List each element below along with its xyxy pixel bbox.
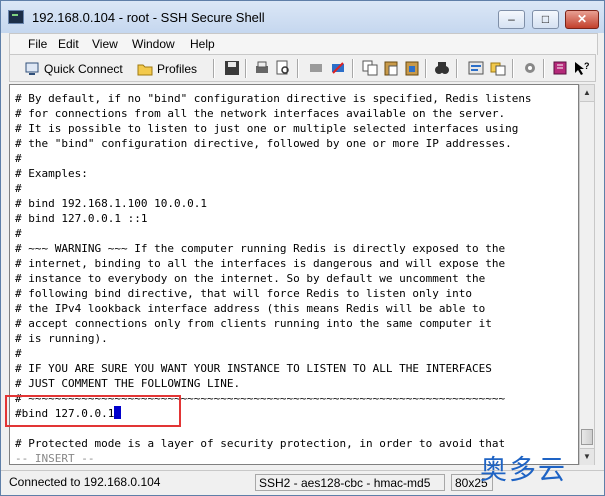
paste-special-icon[interactable]	[404, 60, 420, 76]
scroll-down-arrow-icon[interactable]: ▼	[580, 448, 594, 465]
terminal-line: # following bind directive, that will fo…	[15, 287, 472, 300]
menu-bar: File Edit View Window Help	[9, 33, 598, 55]
svg-text:?: ?	[584, 61, 589, 71]
connect-icon[interactable]	[330, 60, 346, 76]
terminal-line: #	[15, 152, 22, 165]
options-icon[interactable]	[522, 60, 538, 76]
window-title: 192.168.0.104 - root - SSH Secure Shell	[32, 10, 265, 25]
terminal-line: # accept connections only from clients r…	[15, 317, 492, 330]
menu-window[interactable]: Window	[132, 37, 175, 51]
terminal-line: # bind 192.168.1.100 10.0.0.1	[15, 197, 208, 210]
disconnect-icon[interactable]	[308, 60, 324, 76]
settings-icon[interactable]	[468, 60, 484, 76]
menu-view[interactable]: View	[92, 37, 118, 51]
quick-connect-icon	[25, 62, 39, 75]
terminal-line: # internet, binding to all the interface…	[15, 257, 506, 270]
vim-mode-indicator: -- INSERT --	[15, 452, 95, 465]
terminal-line: # bind 127.0.0.1 ::1	[15, 212, 148, 225]
menu-file[interactable]: File	[28, 37, 47, 51]
quick-connect-label: Quick Connect	[44, 61, 123, 76]
terminal-line: # the IPv4 lookback interface address (t…	[15, 302, 486, 315]
ssh-window: 192.168.0.104 - root - SSH Secure Shell …	[0, 0, 605, 496]
print-preview-icon[interactable]	[275, 60, 291, 76]
watermark-logo: 奥多云	[480, 455, 567, 486]
save-icon[interactable]	[224, 60, 240, 76]
terminal-line: # ~~~ WARNING ~~~ If the computer runnin…	[15, 242, 506, 255]
terminal-app-icon	[8, 10, 24, 24]
menu-help[interactable]: Help	[190, 37, 215, 51]
terminal-line: # It is possible to listen to just one o…	[15, 122, 519, 135]
maximize-button[interactable]: □	[532, 10, 559, 29]
file-transfer-icon[interactable]	[490, 60, 506, 76]
vertical-scrollbar[interactable]: ▲ ▼	[579, 84, 595, 465]
copy-icon[interactable]	[362, 60, 378, 76]
close-button[interactable]: ✕	[565, 10, 599, 29]
terminal-line: # By default, if no "bind" configuration…	[15, 92, 532, 105]
minimize-button[interactable]: –	[498, 10, 525, 29]
terminal-line: # instance to everybody on the internet.…	[15, 272, 486, 285]
connection-status: Connected to 192.168.0.104	[9, 475, 161, 489]
terminal-line: # IF YOU ARE SURE YOU WANT YOUR INSTANCE…	[15, 362, 492, 375]
terminal-line: # is running).	[15, 332, 108, 345]
title-bar[interactable]: 192.168.0.104 - root - SSH Secure Shell …	[1, 1, 604, 33]
profiles-label: Profiles	[157, 61, 198, 76]
help-book-icon[interactable]	[552, 60, 568, 76]
context-help-icon[interactable]: ?	[573, 60, 589, 76]
scroll-up-arrow-icon[interactable]: ▲	[580, 85, 594, 102]
terminal-line: # JUST COMMENT THE FOLLOWING LINE.	[15, 377, 241, 390]
terminal-line: # Examples:	[15, 167, 88, 180]
quick-connect-button[interactable]: Quick Connect	[24, 59, 123, 78]
terminal-line: # Protected mode is a layer of security …	[15, 437, 506, 450]
paste-icon[interactable]	[383, 60, 399, 76]
scrollbar-thumb[interactable]	[581, 429, 593, 445]
cipher-status: SSH2 - aes128-cbc - hmac-md5	[255, 474, 445, 491]
terminal-line: #	[15, 227, 22, 240]
profiles-button[interactable]: Profiles	[137, 59, 197, 78]
highlight-annotation-box	[5, 395, 181, 427]
find-icon[interactable]	[434, 60, 450, 76]
print-icon[interactable]	[254, 60, 270, 76]
terminal-line: #	[15, 182, 22, 195]
folder-icon	[137, 64, 153, 75]
terminal-line: # the "bind" configuration directive, fo…	[15, 137, 512, 150]
toolbar: Quick Connect Profiles ?	[9, 54, 596, 82]
menu-edit[interactable]: Edit	[58, 37, 79, 51]
terminal-line: #	[15, 347, 22, 360]
terminal-line: # for connections from all the network i…	[15, 107, 506, 120]
